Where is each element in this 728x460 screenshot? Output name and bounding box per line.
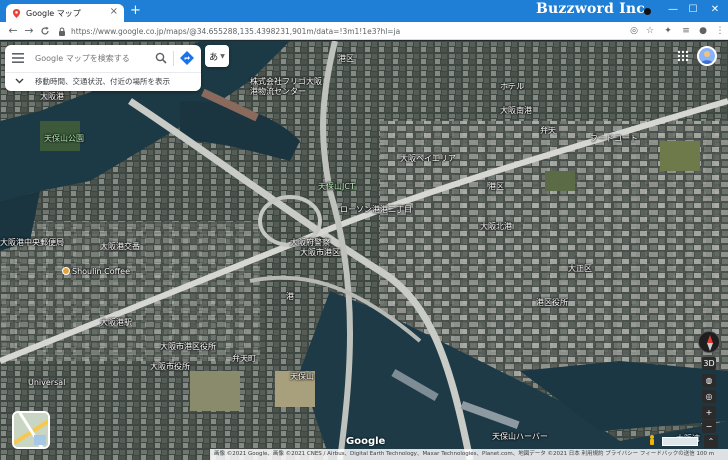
map-label[interactable]: 大阪ベイエリア xyxy=(400,153,456,164)
zoom-out-button[interactable]: − xyxy=(702,420,716,433)
map-label[interactable]: 天保山ハーバー xyxy=(492,431,548,442)
map-label[interactable]: 大阪港 xyxy=(40,91,64,102)
map-label[interactable]: 弁天町 xyxy=(232,353,256,364)
map-label[interactable]: フードコート xyxy=(590,133,638,144)
map-label[interactable]: Universal xyxy=(28,378,65,387)
url-text: https://www.google.co.jp/maps/@34.655288… xyxy=(71,26,401,36)
browser-tab[interactable]: Google マップ × xyxy=(6,4,124,22)
google-logo: Google xyxy=(346,436,386,447)
map-label[interactable]: 港区 xyxy=(338,53,354,64)
map-label[interactable]: ローソン港港二丁目 xyxy=(340,204,412,215)
bookmark-star-icon[interactable]: ☆ xyxy=(644,25,656,37)
globe-icon[interactable]: ◍ xyxy=(702,374,716,387)
pegman-icon[interactable] xyxy=(648,435,656,447)
brand-watermark: Buzzword Inc. xyxy=(536,1,651,17)
input-tools-button[interactable]: あ ▼ xyxy=(205,45,229,67)
search-icon[interactable] xyxy=(155,52,167,64)
close-tab-icon[interactable]: × xyxy=(110,6,118,17)
profile-icon[interactable] xyxy=(644,8,651,15)
map-label[interactable]: 港区役所 xyxy=(536,297,568,308)
3d-view-button[interactable]: 3D xyxy=(702,357,716,370)
browser-toolbar: ← → https://www.google.co.jp/maps/@34.65… xyxy=(0,22,728,40)
attribution-bar: 画像 ©2021 Google、画像 ©2021 CNES / Airbus、D… xyxy=(210,449,728,460)
map-label[interactable]: 港区 xyxy=(488,181,504,192)
explore-hint[interactable]: 移動時間、交通状況、付近の場所を表示 xyxy=(35,76,170,87)
back-button[interactable]: ← xyxy=(6,23,20,39)
search-input[interactable] xyxy=(35,51,145,65)
minimize-button[interactable]: — xyxy=(664,3,682,17)
address-bar[interactable]: https://www.google.co.jp/maps/@34.655288… xyxy=(58,24,658,38)
reload-button[interactable] xyxy=(38,23,52,39)
google-apps-icon[interactable] xyxy=(677,50,689,62)
maximize-button[interactable]: ☐ xyxy=(684,3,702,17)
imagery-thumbnails[interactable] xyxy=(662,437,698,446)
zoom-in-button[interactable]: + xyxy=(702,406,716,419)
map-label[interactable]: 大阪市港区役所 xyxy=(160,341,216,352)
map-label[interactable]: 大阪市役所 xyxy=(150,361,190,372)
forward-button[interactable]: → xyxy=(22,23,36,39)
account-icon[interactable]: ● xyxy=(697,25,709,37)
divider xyxy=(5,72,201,73)
new-tab-button[interactable]: + xyxy=(130,3,141,19)
map-label[interactable]: 大正区 xyxy=(568,263,592,274)
lock-icon xyxy=(59,27,65,36)
map-label[interactable]: 大阪市港区 xyxy=(300,247,340,258)
close-window-button[interactable]: ✕ xyxy=(706,3,724,17)
avatar[interactable] xyxy=(697,46,717,66)
google-maps-icon xyxy=(12,8,21,18)
chevron-down-icon[interactable] xyxy=(15,76,24,85)
divider xyxy=(173,51,174,66)
compass-control[interactable] xyxy=(698,331,720,353)
layers-toggle[interactable] xyxy=(12,411,50,449)
compass-icon xyxy=(707,335,713,351)
location-icon[interactable]: ◎ xyxy=(628,25,640,37)
map-label[interactable]: 天保山 xyxy=(290,371,314,382)
map-label[interactable]: 大阪北港 xyxy=(480,221,512,232)
map-label[interactable]: 大阪南港 xyxy=(500,105,532,116)
map-label[interactable]: 弁天 xyxy=(540,125,556,136)
search-panel: 移動時間、交通状況、付近の場所を表示 xyxy=(5,45,201,91)
extension-icon[interactable]: ✦ xyxy=(662,25,674,37)
tab-title: Google マップ xyxy=(26,8,81,18)
map-label[interactable]: 大阪港駅 xyxy=(100,317,132,328)
more-menu-icon[interactable]: ⋮ xyxy=(714,25,726,37)
map-label[interactable]: ホテル xyxy=(500,81,524,92)
user-icon xyxy=(701,51,713,64)
map-label[interactable]: Shoulin Coffee xyxy=(62,267,130,276)
browser-title-bar: Google マップ × + Buzzword Inc. — ☐ ✕ xyxy=(0,0,728,22)
reading-list-icon[interactable]: ≡ xyxy=(680,25,692,37)
map-label[interactable]: 大阪港中央郵便局 xyxy=(0,237,64,248)
map-label[interactable]: 天保山公園 xyxy=(44,133,84,144)
map-label[interactable]: 港 xyxy=(286,291,294,302)
satellite-map[interactable]: 大阪港 天保山公園 株式会社フリゴ大阪 港物流センター 港区 ホテル 天保山JC… xyxy=(0,41,728,460)
map-label[interactable]: 港物流センター xyxy=(250,86,306,97)
map-layer-thumbnail xyxy=(14,413,48,447)
caret-down-icon: ▼ xyxy=(220,52,225,60)
directions-icon[interactable] xyxy=(180,51,194,65)
hamburger-menu-icon[interactable] xyxy=(12,53,24,63)
my-location-icon[interactable]: ◎ xyxy=(702,390,716,403)
map-label[interactable]: 天保山JCT xyxy=(318,181,355,192)
expand-button[interactable]: ⌃ xyxy=(704,435,718,448)
reload-icon xyxy=(41,26,49,35)
input-tools-label: あ xyxy=(209,52,219,63)
map-label[interactable]: 大阪港交番 xyxy=(100,241,140,252)
